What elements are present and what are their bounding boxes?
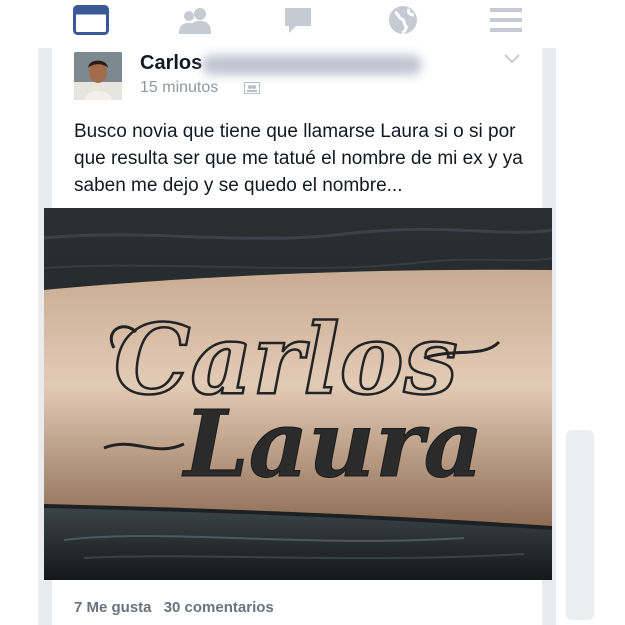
nav-notifications[interactable] xyxy=(371,0,435,40)
nav-messages[interactable] xyxy=(266,0,330,40)
nav-news-feed[interactable] xyxy=(59,0,123,40)
comments-count[interactable]: 30 comentarios xyxy=(164,599,274,616)
audience-friends-icon xyxy=(244,82,260,94)
friends-icon xyxy=(179,8,211,34)
likes-count[interactable]: 7 Me gusta xyxy=(74,599,152,616)
post-card: Carlos 15 minutos Busco novia que tiene … xyxy=(44,46,552,625)
post-stats: 7 Me gusta 30 comentarios xyxy=(74,599,274,616)
post-timestamp[interactable]: 15 minutos xyxy=(140,79,218,97)
post-photo[interactable]: Carlos Laura xyxy=(44,208,552,580)
redacted-surname xyxy=(202,55,422,75)
tattoo-text-line2: Laura xyxy=(181,390,483,498)
author-avatar[interactable] xyxy=(74,52,122,100)
author-name[interactable]: Carlos xyxy=(140,52,202,75)
avatar-photo xyxy=(74,52,122,100)
post-text: Busco novia que tiene que llamarse Laura… xyxy=(74,121,523,196)
news-feed-icon xyxy=(73,5,109,35)
nav-menu[interactable] xyxy=(474,0,538,40)
nav-friends[interactable] xyxy=(163,0,227,40)
notifications-globe-icon xyxy=(389,6,417,35)
image-watermark xyxy=(566,430,594,620)
chevron-down-icon[interactable] xyxy=(504,54,520,64)
menu-icon xyxy=(490,8,522,32)
messages-icon xyxy=(285,8,311,33)
